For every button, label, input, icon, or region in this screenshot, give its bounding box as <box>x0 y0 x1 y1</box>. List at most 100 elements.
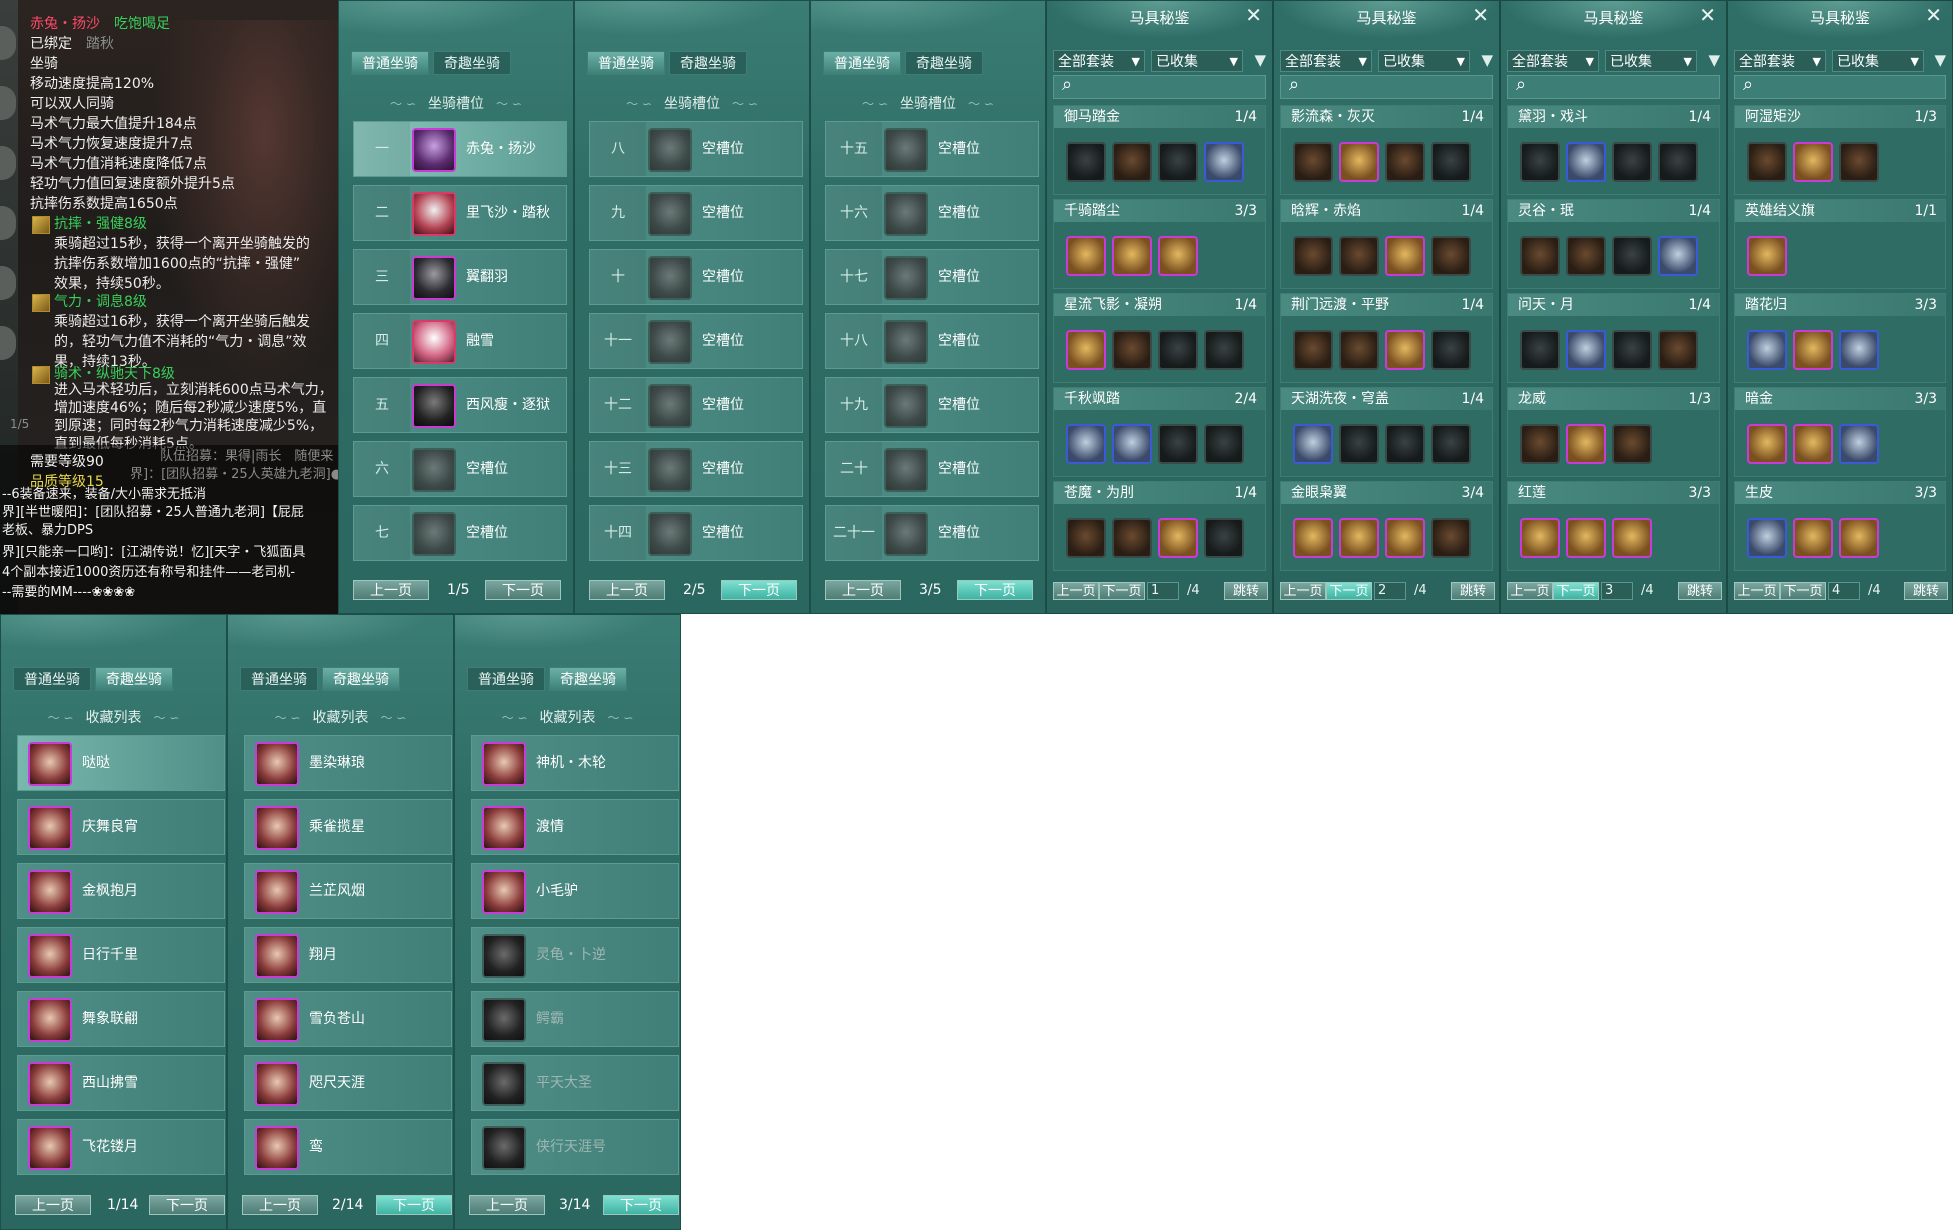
filter-icon[interactable]: ▼ <box>1254 51 1266 69</box>
page-input[interactable]: 1 <box>1147 582 1179 600</box>
tab-normal-mounts[interactable]: 普通坐骑 <box>13 667 91 691</box>
slot-row[interactable]: 二 里飞沙・踏秋 <box>353 185 567 241</box>
harness-piece-icon[interactable] <box>1431 330 1471 370</box>
harness-piece-icon[interactable] <box>1204 424 1244 464</box>
harness-piece-icon[interactable] <box>1839 330 1879 370</box>
slot-row[interactable]: 七 空槽位 <box>353 505 567 561</box>
jump-button[interactable]: 跳转 <box>1451 582 1495 600</box>
set-filter-dropdown[interactable]: 全部套装 <box>1053 50 1145 73</box>
collection-item[interactable]: 侠行天涯号 <box>471 1119 679 1175</box>
search-input[interactable] <box>1053 74 1266 99</box>
slot-row[interactable]: 十九 空槽位 <box>825 377 1039 433</box>
prev-page-button[interactable]: 上一页 <box>353 580 429 600</box>
collection-item[interactable]: 西山拂雪 <box>17 1055 225 1111</box>
collection-item[interactable]: 飞花镂月 <box>17 1119 225 1175</box>
next-page-button[interactable]: 下一页 <box>1099 582 1145 600</box>
prev-page-button[interactable]: 上一页 <box>469 1195 545 1215</box>
collected-filter-dropdown[interactable]: 已收集 <box>1378 50 1470 73</box>
harness-piece-icon[interactable] <box>1112 424 1152 464</box>
harness-piece-icon[interactable] <box>1793 518 1833 558</box>
collection-item[interactable]: 神机・木轮 <box>471 735 679 791</box>
filter-icon[interactable]: ▼ <box>1481 51 1493 69</box>
slot-row[interactable]: 九 空槽位 <box>589 185 803 241</box>
harness-piece-icon[interactable] <box>1431 518 1471 558</box>
collection-item[interactable]: 雪负苍山 <box>244 991 452 1047</box>
page-input[interactable]: 4 <box>1828 582 1860 600</box>
harness-piece-icon[interactable] <box>1793 424 1833 464</box>
harness-piece-icon[interactable] <box>1204 142 1244 182</box>
next-page-button[interactable]: 下一页 <box>149 1195 225 1215</box>
harness-piece-icon[interactable] <box>1339 236 1379 276</box>
harness-piece-icon[interactable] <box>1612 236 1652 276</box>
harness-piece-icon[interactable] <box>1293 424 1333 464</box>
slot-row[interactable]: 十六 空槽位 <box>825 185 1039 241</box>
harness-piece-icon[interactable] <box>1158 330 1198 370</box>
collection-item[interactable]: 小毛驴 <box>471 863 679 919</box>
harness-piece-icon[interactable] <box>1747 518 1787 558</box>
collection-item[interactable]: 墨染琳琅 <box>244 735 452 791</box>
collected-filter-dropdown[interactable]: 已收集 <box>1151 50 1243 73</box>
prev-page-button[interactable]: 上一页 <box>1734 582 1780 600</box>
slot-row[interactable]: 十四 空槽位 <box>589 505 803 561</box>
harness-piece-icon[interactable] <box>1066 142 1106 182</box>
harness-piece-icon[interactable] <box>1112 142 1152 182</box>
tab-fun-mounts[interactable]: 奇趣坐骑 <box>669 51 747 75</box>
collection-item[interactable]: 庆舞良宵 <box>17 799 225 855</box>
tab-fun-mounts[interactable]: 奇趣坐骑 <box>549 667 627 691</box>
search-input[interactable] <box>1507 74 1720 99</box>
prev-page-button[interactable]: 上一页 <box>1053 582 1099 600</box>
tab-normal-mounts[interactable]: 普通坐骑 <box>240 667 318 691</box>
filter-icon[interactable]: ▼ <box>1708 51 1720 69</box>
harness-piece-icon[interactable] <box>1431 236 1471 276</box>
harness-piece-icon[interactable] <box>1793 142 1833 182</box>
jump-button[interactable]: 跳转 <box>1224 582 1268 600</box>
collected-filter-dropdown[interactable]: 已收集 <box>1605 50 1697 73</box>
harness-piece-icon[interactable] <box>1566 518 1606 558</box>
harness-piece-icon[interactable] <box>1204 330 1244 370</box>
harness-piece-icon[interactable] <box>1385 236 1425 276</box>
close-icon[interactable]: ✕ <box>1925 3 1942 27</box>
harness-piece-icon[interactable] <box>1658 330 1698 370</box>
slot-row[interactable]: 十一 空槽位 <box>589 313 803 369</box>
tab-fun-mounts[interactable]: 奇趣坐骑 <box>322 667 400 691</box>
harness-piece-icon[interactable] <box>1112 330 1152 370</box>
collection-item[interactable]: 鳄霸 <box>471 991 679 1047</box>
harness-piece-icon[interactable] <box>1293 330 1333 370</box>
harness-piece-icon[interactable] <box>1385 518 1425 558</box>
next-page-button[interactable]: 下一页 <box>603 1195 679 1215</box>
harness-piece-icon[interactable] <box>1158 518 1198 558</box>
slot-row[interactable]: 十五 空槽位 <box>825 121 1039 177</box>
harness-piece-icon[interactable] <box>1612 518 1652 558</box>
harness-piece-icon[interactable] <box>1658 142 1698 182</box>
tab-normal-mounts[interactable]: 普通坐骑 <box>467 667 545 691</box>
harness-piece-icon[interactable] <box>1158 142 1198 182</box>
next-page-button[interactable]: 下一页 <box>485 580 561 600</box>
close-icon[interactable]: ✕ <box>1245 3 1262 27</box>
page-input[interactable]: 3 <box>1601 582 1633 600</box>
harness-piece-icon[interactable] <box>1385 330 1425 370</box>
jump-button[interactable]: 跳转 <box>1904 582 1948 600</box>
collection-item[interactable]: 金枫抱月 <box>17 863 225 919</box>
collected-filter-dropdown[interactable]: 已收集 <box>1832 50 1924 73</box>
filter-icon[interactable]: ▼ <box>1934 51 1946 69</box>
slot-row[interactable]: 四 融雪 <box>353 313 567 369</box>
harness-piece-icon[interactable] <box>1612 142 1652 182</box>
collection-item[interactable]: 哒哒 <box>17 735 225 791</box>
collection-item[interactable]: 鸾 <box>244 1119 452 1175</box>
harness-piece-icon[interactable] <box>1066 518 1106 558</box>
harness-piece-icon[interactable] <box>1293 236 1333 276</box>
harness-piece-icon[interactable] <box>1293 142 1333 182</box>
harness-piece-icon[interactable] <box>1385 142 1425 182</box>
harness-piece-icon[interactable] <box>1520 424 1560 464</box>
next-page-button[interactable]: 下一页 <box>957 580 1033 600</box>
collection-item[interactable]: 日行千里 <box>17 927 225 983</box>
slot-row[interactable]: 五 西风瘦・逐狱 <box>353 377 567 433</box>
harness-piece-icon[interactable] <box>1839 518 1879 558</box>
tab-normal-mounts[interactable]: 普通坐骑 <box>351 51 429 75</box>
harness-piece-icon[interactable] <box>1339 142 1379 182</box>
slot-row[interactable]: 三 翼翻羽 <box>353 249 567 305</box>
prev-page-button[interactable]: 上一页 <box>1280 582 1326 600</box>
harness-piece-icon[interactable] <box>1747 236 1787 276</box>
next-page-button[interactable]: 下一页 <box>1326 582 1372 600</box>
harness-piece-icon[interactable] <box>1158 236 1198 276</box>
